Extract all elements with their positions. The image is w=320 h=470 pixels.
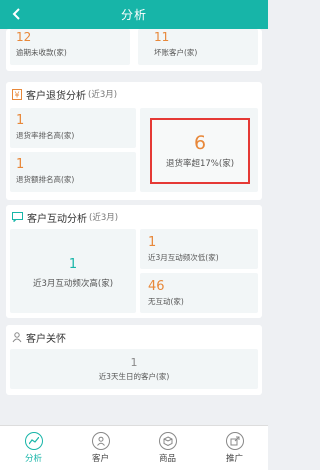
interaction-analysis-card: 客户互动分析 (近3月) 1 近3月互动频次高(家) 1 近3月互动频次低(家)… <box>6 205 262 318</box>
birthday-customers-label: 近3天生日的客户(家) <box>98 372 170 381</box>
birthday-customers-value: 1 <box>130 356 138 369</box>
return-rate-exceed-label: 退货率超17%(家) <box>165 158 235 169</box>
return-analysis-period: (近3月) <box>88 90 118 100</box>
overdue-tile[interactable]: 12 逾期未收款(家) <box>10 29 130 65</box>
back-button[interactable] <box>6 3 28 25</box>
return-amount-rank-tile[interactable]: 1 退货额排名高(家) <box>10 152 136 192</box>
nav-item-promotion[interactable]: 推广 <box>201 426 268 470</box>
interaction-analysis-header: 客户互动分析 (近3月) <box>6 205 262 229</box>
customer-care-title: 客户关怀 <box>26 333 66 345</box>
return-analysis-title: 客户退货分析 <box>26 90 86 102</box>
return-rate-rank-value: 1 <box>16 113 25 128</box>
return-rate-rank-label: 退货率排名高(家) <box>16 131 75 140</box>
overdue-value: 12 <box>16 30 32 44</box>
birthday-customers-tile[interactable]: 1 近3天生日的客户(家) <box>10 349 258 389</box>
return-amount-rank-label: 退货额排名高(家) <box>16 175 75 184</box>
low-interaction-label: 近3月互动频次低(家) <box>148 253 219 262</box>
bad-debt-value: 11 <box>154 30 170 44</box>
nav-item-product[interactable]: 商品 <box>134 426 201 470</box>
interaction-analysis-title: 客户互动分析 <box>27 213 87 225</box>
analysis-icon <box>24 432 43 450</box>
bad-debt-label: 坏账客户(家) <box>154 48 198 57</box>
return-analysis-header: ¥ 客户退货分析 (近3月) <box>6 82 262 106</box>
overdue-card: 12 逾期未收款(家) 11 坏账客户(家) <box>6 29 262 71</box>
nav-item-analysis[interactable]: 分析 <box>0 426 67 470</box>
nav-item-customer[interactable]: 客户 <box>67 426 134 470</box>
low-interaction-tile[interactable]: 1 近3月互动频次低(家) <box>140 229 258 269</box>
app-header: 分析 <box>0 0 268 29</box>
return-icon: ¥ <box>12 88 22 100</box>
chevron-left-icon <box>12 8 20 20</box>
no-interaction-label: 无互动(家) <box>148 297 184 306</box>
customer-care-header: 客户关怀 <box>6 325 262 349</box>
return-rate-rank-tile[interactable]: 1 退货率排名高(家) <box>10 108 136 148</box>
overdue-label: 逾期未收款(家) <box>16 48 67 57</box>
return-analysis-card: ¥ 客户退货分析 (近3月) 1 退货率排名高(家) 1 退货额排名高(家) 6… <box>6 82 262 200</box>
promotion-icon <box>225 432 244 450</box>
return-rate-exceed-value: 6 <box>193 132 207 155</box>
return-rate-exceed-tile[interactable]: 6 退货率超17%(家) <box>140 108 258 192</box>
no-interaction-tile[interactable]: 46 无互动(家) <box>140 273 258 313</box>
customer-care-card: 客户关怀 1 近3天生日的客户(家) <box>6 325 262 395</box>
svg-text:¥: ¥ <box>14 90 19 99</box>
return-amount-rank-value: 1 <box>16 157 25 172</box>
low-interaction-value: 1 <box>148 235 157 250</box>
bottom-nav: 分析 客户 商品 推广 <box>0 425 268 470</box>
care-icon <box>12 331 22 342</box>
page-title: 分析 <box>120 8 147 22</box>
no-interaction-value: 46 <box>148 279 165 294</box>
return-rate-highlight-box: 6 退货率超17%(家) <box>150 118 250 184</box>
bad-debt-tile[interactable]: 11 坏账客户(家) <box>138 29 258 65</box>
nav-label-analysis: 分析 <box>24 454 42 464</box>
chat-icon <box>12 212 23 222</box>
nav-label-customer: 客户 <box>91 454 109 464</box>
high-interaction-tile[interactable]: 1 近3月互动频次高(家) <box>10 229 136 313</box>
nav-label-product: 商品 <box>158 454 176 464</box>
high-interaction-label: 近3月互动频次高(家) <box>32 279 114 289</box>
interaction-analysis-period: (近3月) <box>89 213 119 223</box>
product-icon <box>158 432 177 450</box>
nav-label-promotion: 推广 <box>225 454 243 464</box>
customer-icon <box>91 432 110 450</box>
high-interaction-value: 1 <box>68 257 78 272</box>
